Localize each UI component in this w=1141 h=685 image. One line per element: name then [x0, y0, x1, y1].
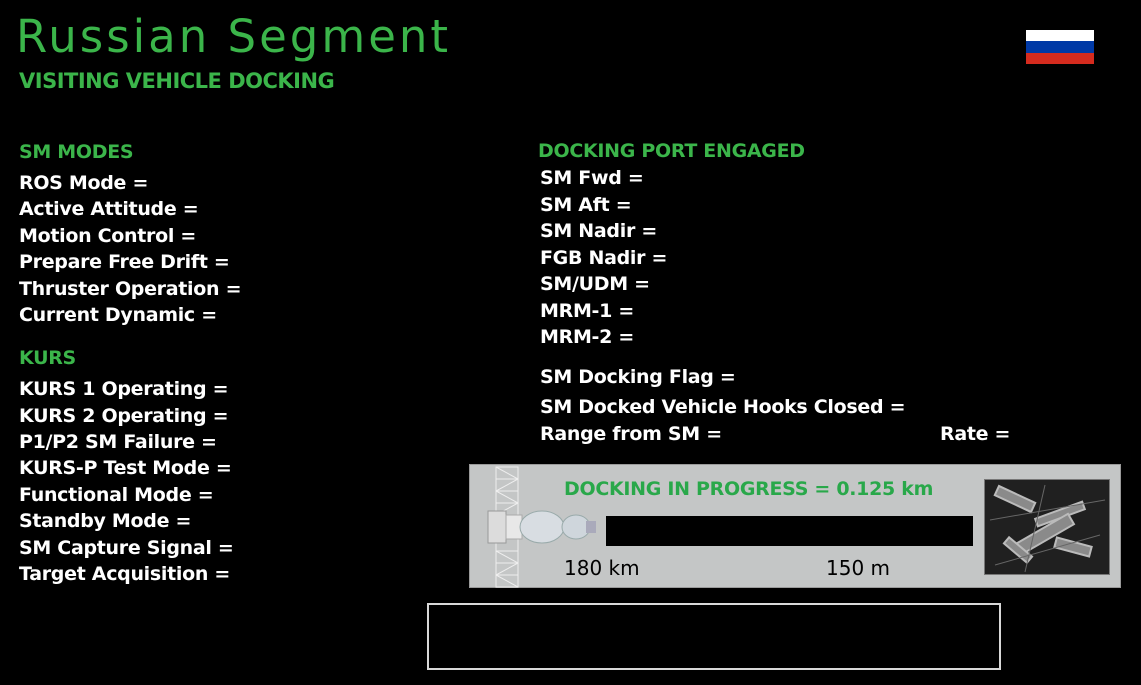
- functional-mode: Functional Mode =: [19, 484, 214, 506]
- page-subtitle: VISITING VEHICLE DOCKING: [19, 69, 335, 93]
- port-sm-fwd: SM Fwd =: [540, 167, 644, 189]
- scale-right-label: 150 m: [826, 556, 891, 580]
- space-station-image: [984, 479, 1110, 575]
- sm-mode-current-dynamic: Current Dynamic =: [19, 304, 217, 326]
- docking-progress-bar: [606, 516, 973, 546]
- target-acquisition: Target Acquisition =: [19, 563, 231, 585]
- sm-mode-prepare-free-drift: Prepare Free Drift =: [19, 251, 230, 273]
- docking-in-progress-label: DOCKING IN PROGRESS = 0.125 km: [564, 478, 934, 500]
- kurs-2-operating: KURS 2 Operating =: [19, 405, 229, 427]
- port-sm-aft: SM Aft =: [540, 194, 632, 216]
- kurs-heading: KURS: [19, 347, 76, 369]
- sm-capture-signal: SM Capture Signal =: [19, 537, 234, 559]
- port-mrm-2: MRM-2 =: [540, 326, 634, 348]
- sm-hooks-closed: SM Docked Vehicle Hooks Closed =: [540, 396, 906, 418]
- kurs-1-operating: KURS 1 Operating =: [19, 378, 229, 400]
- scale-left-label: 180 km: [564, 556, 640, 580]
- standby-mode: Standby Mode =: [19, 510, 192, 532]
- sm-mode-thruster-operation: Thruster Operation =: [19, 278, 242, 300]
- rate-label: Rate =: [940, 423, 1011, 445]
- port-sm-udm: SM/UDM =: [540, 273, 650, 295]
- page-title: Russian Segment: [16, 10, 452, 63]
- russian-flag-icon: [1026, 30, 1094, 64]
- port-fgb-nadir: FGB Nadir =: [540, 247, 668, 269]
- kurs-p-test-mode: KURS-P Test Mode =: [19, 457, 232, 479]
- port-sm-nadir: SM Nadir =: [540, 220, 657, 242]
- sm-mode-ros-mode: ROS Mode =: [19, 172, 149, 194]
- sm-modes-heading: SM MODES: [19, 141, 134, 163]
- sm-mode-motion-control: Motion Control =: [19, 225, 197, 247]
- port-mrm-1: MRM-1 =: [540, 300, 634, 322]
- p1-p2-sm-failure: P1/P2 SM Failure =: [19, 431, 217, 453]
- sm-docking-flag: SM Docking Flag =: [540, 366, 736, 388]
- docking-progress-panel: DOCKING IN PROGRESS = 0.125 km 180 km 15…: [469, 464, 1121, 588]
- docking-port-heading: DOCKING PORT ENGAGED: [538, 140, 805, 162]
- sm-mode-active-attitude: Active Attitude =: [19, 198, 199, 220]
- range-from-sm: Range from SM =: [540, 423, 722, 445]
- message-box: [427, 603, 1001, 670]
